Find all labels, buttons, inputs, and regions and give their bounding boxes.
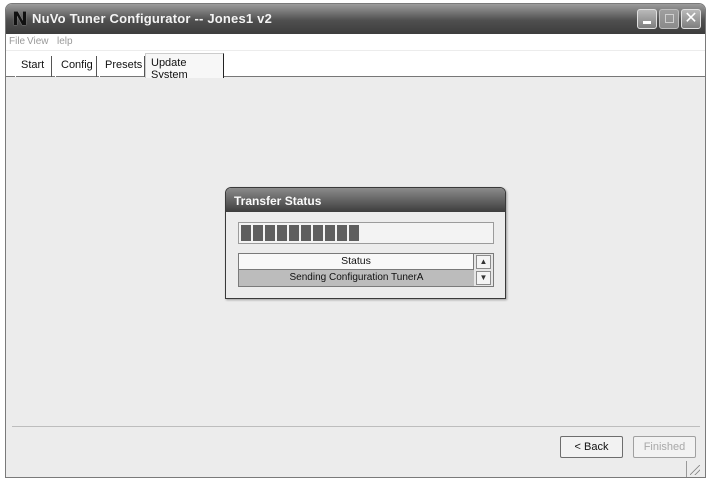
menu-file[interactable]: File <box>9 36 25 47</box>
maximize-button[interactable] <box>659 9 679 29</box>
status-list-item[interactable]: Sending Configuration TunerA <box>239 270 474 286</box>
tab-strip: Start Config Presets Update System <box>6 51 705 81</box>
tab-start[interactable]: Start <box>15 56 52 77</box>
maximize-icon <box>665 14 674 23</box>
progress-block <box>325 225 335 241</box>
tab-update-system[interactable]: Update System <box>145 53 224 81</box>
tab-content-panel: Transfer Status Status Sending Configura… <box>12 78 700 427</box>
back-button[interactable]: < Back <box>560 436 623 458</box>
transfer-status-dialog: Transfer Status Status Sending Configura… <box>225 187 506 299</box>
transfer-progress-bar <box>238 222 494 244</box>
arrow-down-icon: ▼ <box>479 273 488 282</box>
scroll-down-button[interactable]: ▼ <box>476 271 491 285</box>
arrow-up-icon: ▲ <box>479 257 488 266</box>
app-logo-icon: N <box>12 8 28 30</box>
title-bar[interactable]: N NuVo Tuner Configurator -- Jones1 v2 ✕ <box>6 4 705 34</box>
close-icon: ✕ <box>684 10 698 27</box>
menu-help[interactable]: lelp <box>57 36 73 47</box>
progress-block <box>241 225 251 241</box>
close-button[interactable]: ✕ <box>681 9 701 29</box>
menu-view[interactable]: View <box>27 36 49 47</box>
progress-block <box>337 225 347 241</box>
minimize-button[interactable] <box>637 9 657 29</box>
progress-fill <box>241 225 368 241</box>
window-title: NuVo Tuner Configurator -- Jones1 v2 <box>32 11 273 26</box>
minimize-icon <box>643 21 651 24</box>
dialog-title: Transfer Status <box>226 188 505 212</box>
progress-block <box>277 225 287 241</box>
progress-block <box>253 225 263 241</box>
progress-block <box>301 225 311 241</box>
resize-grip[interactable] <box>686 461 702 477</box>
status-list[interactable]: Status Sending Configuration TunerA ▲ ▼ <box>238 253 494 287</box>
scroll-up-button[interactable]: ▲ <box>476 255 491 269</box>
progress-block <box>313 225 323 241</box>
tab-presets[interactable]: Presets <box>99 56 145 77</box>
progress-block <box>349 225 359 241</box>
progress-block <box>265 225 275 241</box>
menu-bar: File View lelp <box>6 34 705 50</box>
app-window: N NuVo Tuner Configurator -- Jones1 v2 ✕… <box>5 3 706 478</box>
finished-button[interactable]: Finished <box>633 436 696 458</box>
resize-grip-icon <box>690 465 700 475</box>
tab-config[interactable]: Config <box>55 56 97 77</box>
status-scrollbar[interactable]: ▲ ▼ <box>474 254 493 286</box>
status-column-header[interactable]: Status <box>239 254 474 270</box>
progress-block <box>289 225 299 241</box>
